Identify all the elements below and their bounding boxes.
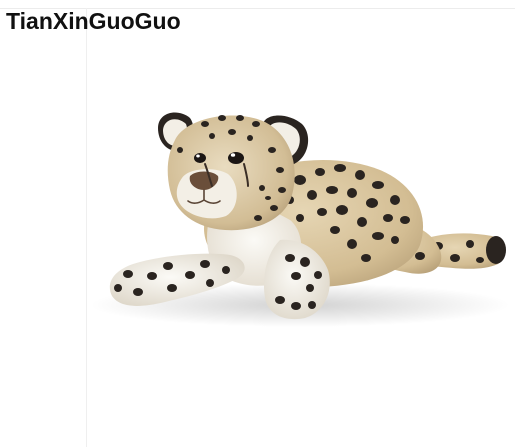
watermark-text: TianXinGuoGuo xyxy=(6,8,181,34)
product-photo-page: TianXinGuoGuo xyxy=(0,0,515,447)
leopard-plush-photo xyxy=(90,112,510,327)
